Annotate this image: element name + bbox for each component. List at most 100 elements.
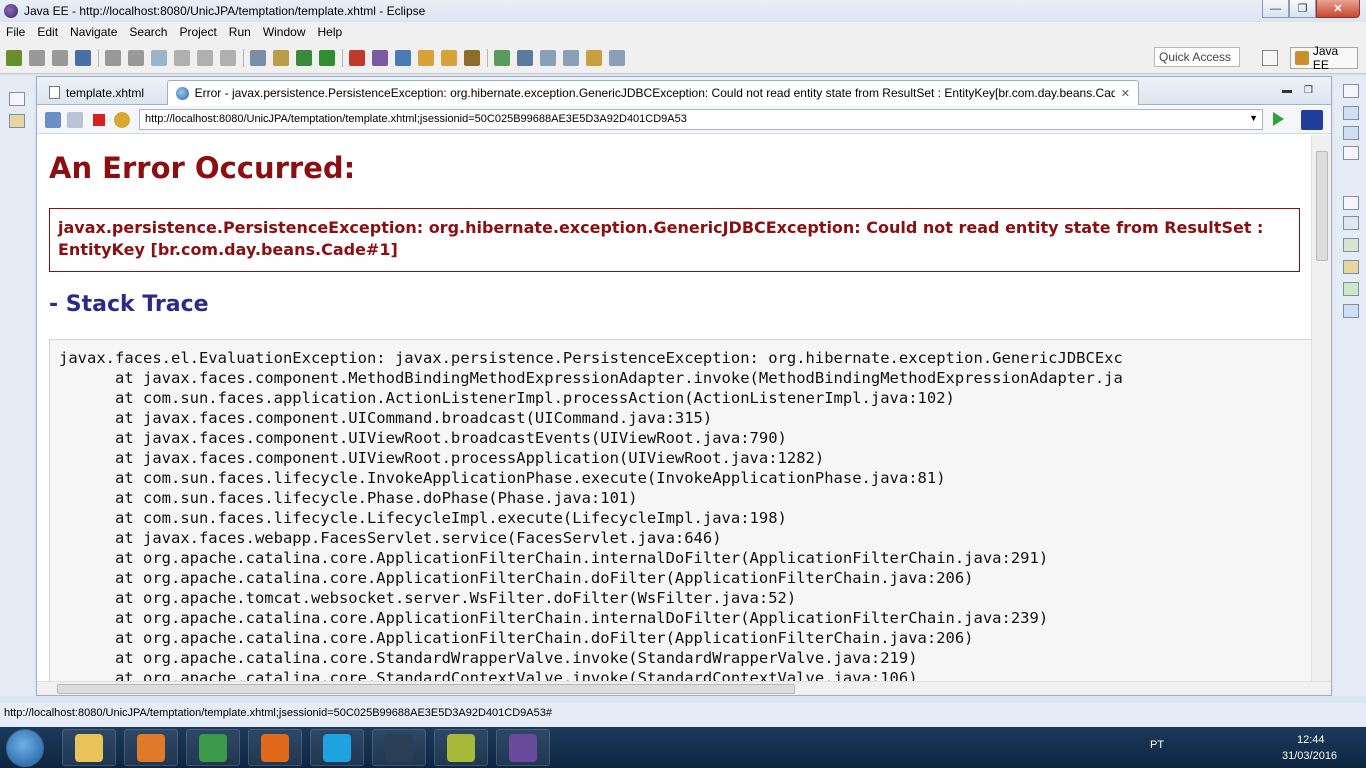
toolbar-tool-icon[interactable] xyxy=(296,49,312,66)
toolbar-tool-icon[interactable] xyxy=(197,49,213,66)
status-text: http://localhost:8080/UnicJPA/temptation… xyxy=(4,707,552,719)
quick-access-input[interactable]: Quick Access xyxy=(1154,47,1240,67)
stack-trace-line: javax.faces.el.EvaluationException: java… xyxy=(59,349,1123,367)
forward-icon[interactable] xyxy=(67,112,83,128)
restore-icon[interactable] xyxy=(1343,196,1359,210)
tab-template-xhtml[interactable]: template.xhtml xyxy=(41,80,167,105)
toolbar-tool-icon[interactable] xyxy=(441,49,457,66)
package-explorer-icon[interactable] xyxy=(9,114,25,128)
stack-trace-line: at com.sun.faces.lifecycle.LifecycleImpl… xyxy=(59,509,787,527)
refresh-icon[interactable] xyxy=(114,112,130,128)
globe-icon xyxy=(176,86,189,100)
horizontal-scrollbar[interactable] xyxy=(37,681,1331,695)
java-ee-perspective-button[interactable]: Java EE xyxy=(1290,44,1358,72)
markers-icon[interactable] xyxy=(1343,216,1359,230)
restore-icon[interactable] xyxy=(9,92,25,106)
toolbar-tool-icon[interactable] xyxy=(395,49,411,66)
firefox-icon xyxy=(261,733,289,762)
editor-area: template.xhtml Error - javax.persistence… xyxy=(36,76,1332,696)
taskbar-explorer-button[interactable] xyxy=(62,729,116,766)
toolbar-tool-icon[interactable] xyxy=(418,49,434,66)
clock-time[interactable]: 12:44 xyxy=(1297,734,1325,746)
external-browser-icon[interactable] xyxy=(1301,110,1323,130)
toolbar-tool-icon[interactable] xyxy=(105,49,121,66)
clock-date[interactable]: 31/03/2016 xyxy=(1282,750,1337,762)
toolbar-tool-icon[interactable] xyxy=(319,49,335,66)
taskbar-skype-button[interactable] xyxy=(310,729,364,766)
stack-trace-line: at javax.faces.component.UIViewRoot.proc… xyxy=(59,449,825,467)
toolbar-tool-icon[interactable] xyxy=(151,49,167,66)
stop-icon[interactable] xyxy=(93,114,105,126)
tab-label: Error - javax.persistence.PersistenceExc… xyxy=(194,86,1115,100)
scrollbar-thumb[interactable] xyxy=(57,684,795,694)
tab-close-icon[interactable]: ✕ xyxy=(1121,87,1130,100)
toolbar-tool-icon[interactable] xyxy=(273,49,289,66)
toolbar-tool-icon[interactable] xyxy=(75,49,91,66)
toolbar-tool-icon[interactable] xyxy=(586,49,602,66)
toolbar-tool-icon[interactable] xyxy=(6,49,22,66)
taskbar-chrome-button[interactable] xyxy=(186,729,240,766)
skype-icon xyxy=(323,733,351,762)
stack-trace-line: at org.apache.catalina.core.StandardCont… xyxy=(59,669,918,681)
url-input[interactable]: http://localhost:8080/UnicJPA/temptation… xyxy=(139,109,1263,130)
restore-icon[interactable] xyxy=(1343,84,1359,98)
taskbar-java-ee-ide-button[interactable] xyxy=(496,729,550,766)
menu-edit[interactable]: Edit xyxy=(31,25,64,39)
menu-navigate[interactable]: Navigate xyxy=(64,25,123,39)
menu-file[interactable]: File xyxy=(0,25,31,39)
data-source-icon[interactable] xyxy=(1343,260,1359,274)
toolbar-tool-icon[interactable] xyxy=(517,49,533,66)
servers-icon[interactable] xyxy=(1343,238,1359,252)
toolbar-tool-icon[interactable] xyxy=(174,49,190,66)
start-button[interactable] xyxy=(6,729,44,767)
outline-icon[interactable] xyxy=(1343,106,1359,120)
toolbar-tool-icon[interactable] xyxy=(563,49,579,66)
editor-view-controls: ▬ ❐ xyxy=(1282,85,1313,96)
task-list-icon[interactable] xyxy=(1343,126,1359,140)
tab-error-page[interactable]: Error - javax.persistence.PersistenceExc… xyxy=(167,80,1139,105)
toolbar-tool-icon[interactable] xyxy=(464,49,480,66)
toolbar-tool-icon[interactable] xyxy=(220,49,236,66)
go-icon[interactable] xyxy=(1273,112,1284,126)
toolbar-tool-icon[interactable] xyxy=(29,49,45,66)
stack-trace-line: at javax.faces.component.UICommand.broad… xyxy=(59,409,713,427)
toolbar-tool-icon[interactable] xyxy=(609,49,625,66)
language-indicator[interactable]: PT xyxy=(1150,739,1164,751)
toolbar-tool-icon[interactable] xyxy=(540,49,556,66)
toolbar-tool-icon[interactable] xyxy=(349,49,365,66)
toolbar-tool-icon[interactable] xyxy=(128,49,144,66)
maximize-view-icon[interactable]: ❐ xyxy=(1304,85,1313,96)
snippets-icon[interactable] xyxy=(1343,282,1359,296)
console-icon[interactable] xyxy=(1343,304,1359,318)
stack-trace-toggle[interactable]: - Stack Trace xyxy=(49,292,209,317)
maximize-button[interactable]: ❐ xyxy=(1289,0,1316,18)
toolbar-tool-icon[interactable] xyxy=(250,49,266,66)
stack-trace-line: at javax.faces.component.MethodBindingMe… xyxy=(59,369,1123,387)
url-dropdown-icon[interactable]: ▼ xyxy=(1249,113,1258,123)
taskbar-steam-button[interactable] xyxy=(372,729,426,766)
javadoc-icon[interactable] xyxy=(1343,146,1359,160)
toolbar-tool-icon[interactable] xyxy=(494,49,510,66)
menu-run[interactable]: Run xyxy=(223,25,257,39)
back-icon[interactable] xyxy=(45,112,61,128)
menu-window[interactable]: Window xyxy=(257,25,312,39)
close-button[interactable]: ✕ xyxy=(1316,0,1360,18)
toolbar-tool-icon[interactable] xyxy=(372,49,388,66)
minimize-button[interactable]: — xyxy=(1262,0,1289,18)
menu-project[interactable]: Project xyxy=(173,25,222,39)
taskbar-media-player-button[interactable] xyxy=(124,729,178,766)
scrollbar-thumb[interactable] xyxy=(1316,151,1328,261)
menu-search[interactable]: Search xyxy=(123,25,173,39)
minimize-view-icon[interactable]: ▬ xyxy=(1282,85,1292,96)
file-icon xyxy=(49,86,60,99)
main-toolbar: Quick Access Java EE xyxy=(0,42,1366,74)
error-message-box: javax.persistence.PersistenceException: … xyxy=(49,208,1300,272)
tab-label: template.xhtml xyxy=(66,85,145,100)
media-player-icon xyxy=(137,733,165,762)
taskbar-firefox-button[interactable] xyxy=(248,729,302,766)
toolbar-tool-icon[interactable] xyxy=(52,49,68,66)
open-perspective-icon[interactable] xyxy=(1262,50,1278,66)
taskbar-hs-button[interactable] xyxy=(434,729,488,766)
vertical-scrollbar[interactable] xyxy=(1311,135,1331,681)
menu-help[interactable]: Help xyxy=(312,25,349,39)
